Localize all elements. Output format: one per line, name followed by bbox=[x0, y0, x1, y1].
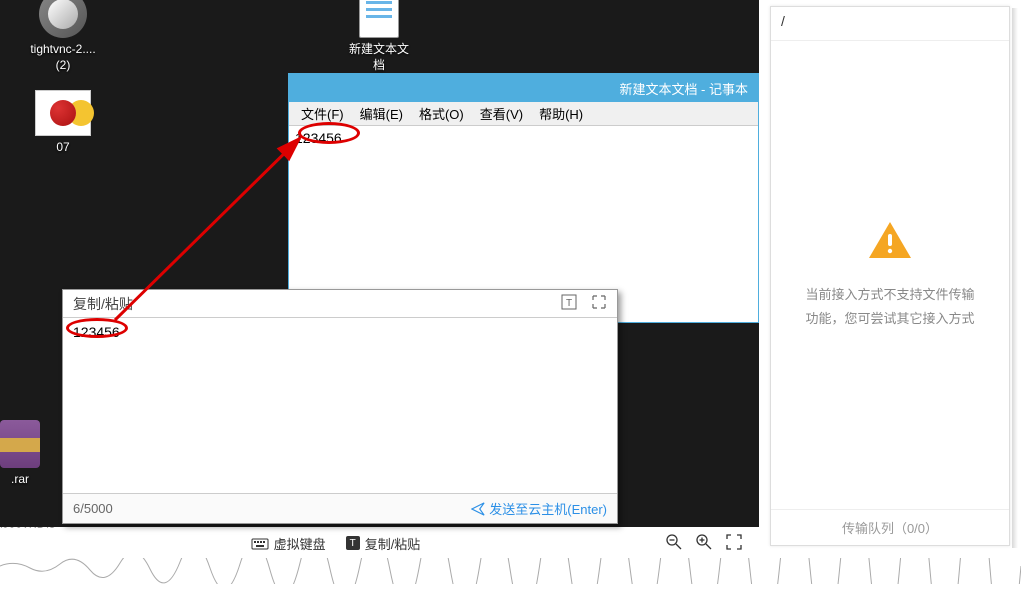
desktop-icon-tightvnc[interactable]: tightvnc-2.... (2) bbox=[28, 0, 98, 73]
copy-panel-header: 复制/粘贴 T bbox=[63, 290, 617, 318]
textfile-icon bbox=[359, 0, 399, 38]
menu-help[interactable]: 帮助(H) bbox=[531, 102, 591, 125]
text-mode-icon[interactable]: T bbox=[561, 294, 577, 313]
warning-message-line2: 功能，您可尝试其它接入方式 bbox=[805, 307, 974, 330]
toolbar-label: 虚拟键盘 bbox=[274, 534, 326, 553]
transfer-content: 当前接入方式不支持文件传输 功能，您可尝试其它接入方式 bbox=[771, 41, 1009, 509]
copy-panel-title: 复制/粘贴 bbox=[73, 294, 133, 314]
icon-label: .rar bbox=[0, 472, 50, 488]
torn-edge-decoration bbox=[0, 558, 1021, 584]
notepad-menubar: 文件(F) 编辑(E) 格式(O) 查看(V) 帮助(H) bbox=[289, 102, 758, 126]
keyboard-icon bbox=[251, 536, 269, 550]
zoom-in-button[interactable] bbox=[695, 533, 713, 554]
copy-text-input[interactable]: 123456 bbox=[63, 318, 617, 493]
icon-label: 07 bbox=[28, 140, 98, 156]
clipboard-icon: T bbox=[346, 536, 360, 550]
warning-icon bbox=[867, 220, 913, 267]
image-thumbnail-icon bbox=[35, 90, 91, 136]
desktop-icon-textdoc[interactable]: 新建文本文档 bbox=[344, 0, 414, 73]
menu-file[interactable]: 文件(F) bbox=[293, 102, 352, 125]
expand-icon[interactable] bbox=[591, 294, 607, 313]
transfer-queue[interactable]: 传输队列（0/0） bbox=[771, 509, 1009, 545]
char-count: 6/5000 bbox=[73, 501, 113, 516]
menu-format[interactable]: 格式(O) bbox=[411, 102, 472, 125]
zoom-out-button[interactable] bbox=[665, 533, 683, 554]
icon-label: tightvnc-2.... bbox=[28, 42, 98, 58]
copy-paste-panel: 复制/粘贴 T 123456 6/5000 发送至云主机(Enter) bbox=[62, 289, 618, 524]
toolbar-label: 复制/粘贴 bbox=[365, 534, 421, 553]
vnc-icon bbox=[39, 0, 87, 38]
virtual-keyboard-button[interactable]: 虚拟键盘 bbox=[251, 534, 326, 553]
fullscreen-button[interactable] bbox=[725, 533, 743, 554]
warning-message-line1: 当前接入方式不支持文件传输 bbox=[805, 283, 974, 306]
icon-label: (2) bbox=[28, 58, 98, 74]
notepad-titlebar[interactable]: 新建文本文档 - 记事本 bbox=[289, 74, 758, 102]
menu-edit[interactable]: 编辑(E) bbox=[352, 102, 411, 125]
rar-icon bbox=[0, 420, 40, 468]
notepad-title-text: 新建文本文档 - 记事本 bbox=[619, 79, 748, 98]
notepad-window: 新建文本文档 - 记事本 文件(F) 编辑(E) 格式(O) 查看(V) 帮助(… bbox=[288, 73, 759, 323]
copy-panel-footer: 6/5000 发送至云主机(Enter) bbox=[63, 493, 617, 523]
desktop-icon-07[interactable]: 07 bbox=[28, 90, 98, 156]
file-transfer-panel: / 当前接入方式不支持文件传输 功能，您可尝试其它接入方式 传输队列（0/0） bbox=[770, 6, 1010, 546]
icon-label: 新建文本文档 bbox=[344, 42, 414, 73]
desktop-icon-rar[interactable]: .rar bbox=[0, 420, 50, 488]
bottom-toolbar: 虚拟键盘 T 复制/粘贴 bbox=[0, 528, 759, 558]
path-display[interactable]: / bbox=[771, 7, 1009, 41]
send-label: 发送至云主机(Enter) bbox=[489, 499, 607, 518]
svg-text:T: T bbox=[566, 298, 572, 309]
copy-paste-button[interactable]: T 复制/粘贴 bbox=[346, 534, 421, 553]
send-button[interactable]: 发送至云主机(Enter) bbox=[471, 499, 607, 518]
menu-view[interactable]: 查看(V) bbox=[472, 102, 531, 125]
